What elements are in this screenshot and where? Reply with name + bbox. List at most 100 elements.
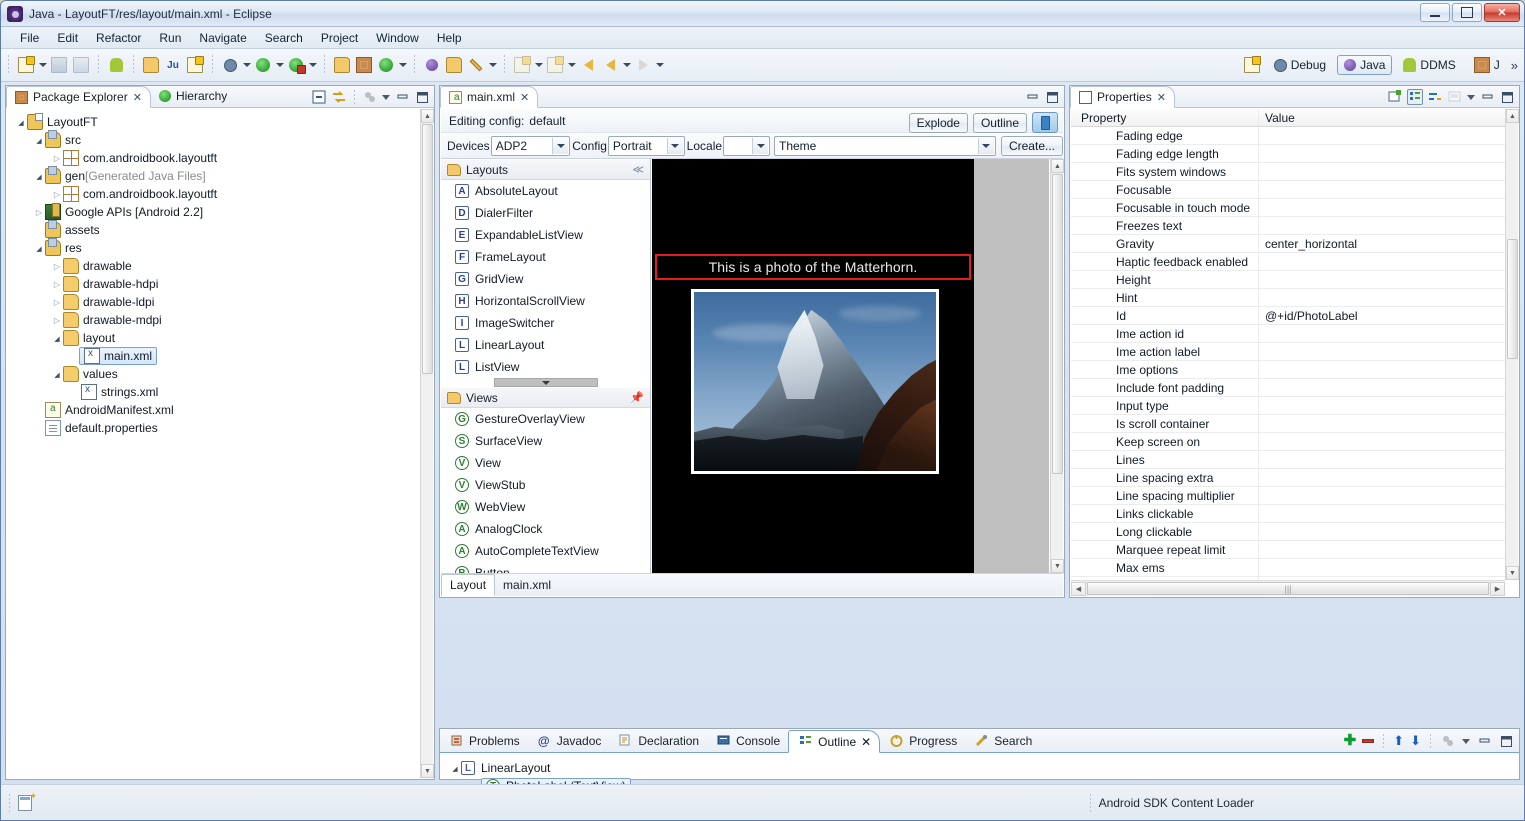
menu-window[interactable]: Window — [367, 29, 428, 47]
scroll-thumb[interactable] — [422, 124, 433, 374]
palette-item[interactable]: IImageSwitcher — [441, 312, 650, 334]
tree-item-content[interactable]: Google APIs [Android 2.2] — [45, 204, 203, 220]
properties-table[interactable]: PropertyValueFading edgeFading edge leng… — [1071, 109, 1505, 580]
perspective-java[interactable]: Java — [1337, 55, 1392, 75]
maximize-icon[interactable] — [414, 89, 430, 105]
tree-item[interactable]: values — [7, 365, 420, 383]
property-value[interactable] — [1259, 199, 1505, 216]
tree-item-content[interactable]: drawable — [63, 258, 132, 274]
palette-item[interactable]: SSurfaceView — [441, 430, 650, 452]
close-button[interactable]: ✕ — [1484, 3, 1520, 22]
tree-item[interactable]: AndroidManifest.xml — [7, 401, 420, 419]
properties-vscrollbar[interactable]: ▲ ▼ — [1505, 109, 1518, 580]
property-row[interactable]: Lines — [1071, 451, 1505, 469]
palette-item[interactable]: WWebView — [441, 496, 650, 518]
last-edit-location-icon[interactable] — [577, 54, 599, 76]
forward-dropdown[interactable] — [654, 54, 665, 76]
perspective-java-browsing[interactable]: J — [1467, 54, 1507, 76]
property-value[interactable] — [1259, 271, 1505, 288]
perspective-ddms[interactable]: DDMS — [1396, 55, 1462, 75]
property-value[interactable] — [1259, 559, 1505, 576]
perspective-overflow-icon[interactable]: » — [1511, 58, 1518, 73]
outline-button[interactable]: Outline — [973, 113, 1027, 133]
collapse-arrow-icon[interactable] — [51, 190, 63, 199]
collapse-all-icon[interactable] — [311, 89, 327, 105]
outline-tree[interactable]: LLinearLayoutTPhotoLabel (TextView)IPhot… — [441, 754, 1518, 778]
tree-item[interactable]: layout — [7, 329, 420, 347]
chevron-down-icon[interactable] — [978, 138, 994, 154]
next-annotation-dropdown[interactable] — [533, 54, 544, 76]
open-type-icon[interactable] — [421, 54, 443, 76]
expand-arrow-icon[interactable] — [449, 764, 461, 773]
view-menu-dots-icon[interactable] — [362, 89, 378, 105]
menu-project[interactable]: Project — [312, 29, 367, 47]
expand-arrow-icon[interactable] — [15, 118, 27, 127]
property-row[interactable]: Hint — [1071, 289, 1505, 307]
run-button[interactable] — [252, 54, 274, 76]
tab-progress[interactable]: Progress — [880, 729, 965, 752]
tree-item[interactable]: Google APIs [Android 2.2] — [7, 203, 420, 221]
scroll-right-icon[interactable]: ▶ — [1490, 582, 1505, 596]
property-value[interactable] — [1259, 415, 1505, 432]
chevron-down-icon[interactable] — [552, 138, 568, 154]
tree-item-content[interactable]: src — [45, 132, 81, 148]
palette-item[interactable]: AAbsoluteLayout — [441, 180, 650, 202]
new-java-project-icon[interactable] — [140, 54, 162, 76]
chevron-down-icon[interactable] — [667, 138, 683, 154]
new-property-icon[interactable] — [1387, 89, 1403, 105]
properties-hscrollbar[interactable]: ◀ ||| ▶ — [1071, 580, 1505, 596]
locale-combo[interactable] — [723, 136, 770, 156]
palette-item[interactable]: HHorizontalScrollView — [441, 290, 650, 312]
scroll-up-icon[interactable]: ▲ — [421, 109, 434, 123]
property-row[interactable]: Focusable in touch mode — [1071, 199, 1505, 217]
collapse-arrow-icon[interactable] — [33, 208, 45, 217]
tree-item-content[interactable]: layout — [63, 330, 115, 346]
tree-item-content[interactable]: com.androidbook.layoutft — [63, 150, 217, 166]
tab-main-xml-source[interactable]: main.xml — [495, 574, 559, 596]
photolabel-textview-selected[interactable]: This is a photo of the Matterhorn. — [655, 254, 971, 280]
show-categories-icon[interactable] — [1407, 89, 1423, 105]
devices-combo[interactable]: ADP2 — [491, 136, 571, 156]
property-value[interactable] — [1259, 253, 1505, 270]
property-row[interactable]: Keep screen on — [1071, 433, 1505, 451]
config-combo[interactable]: Portrait — [608, 136, 685, 156]
property-row[interactable]: Fading edge — [1071, 127, 1505, 145]
property-value[interactable] — [1259, 181, 1505, 198]
tree-item[interactable]: gen [Generated Java Files] — [7, 167, 420, 185]
expand-arrow-icon[interactable] — [51, 370, 63, 379]
tree-item-content[interactable]: drawable-ldpi — [63, 294, 154, 310]
column-header-value[interactable]: Value — [1259, 109, 1505, 126]
menu-help[interactable]: Help — [428, 29, 471, 47]
forward-icon[interactable] — [632, 54, 654, 76]
property-row[interactable]: Long clickable — [1071, 523, 1505, 541]
property-row[interactable]: Ime options — [1071, 361, 1505, 379]
menu-refactor[interactable]: Refactor — [87, 29, 150, 47]
tab-hierarchy[interactable]: Hierarchy — [151, 85, 235, 107]
tree-item[interactable]: default.properties — [7, 419, 420, 437]
close-icon[interactable]: ✕ — [133, 91, 142, 104]
perspective-debug[interactable]: Debug — [1267, 55, 1333, 75]
property-row[interactable]: Is scroll container — [1071, 415, 1505, 433]
open-resource-icon[interactable] — [443, 54, 465, 76]
scroll-down-icon[interactable]: ▼ — [421, 764, 434, 778]
tree-item[interactable]: drawable-mdpi — [7, 311, 420, 329]
tab-main-xml[interactable]: main.xml ✕ — [440, 86, 538, 108]
tree-item[interactable]: drawable-ldpi — [7, 293, 420, 311]
back-dropdown[interactable] — [621, 54, 632, 76]
property-value[interactable] — [1259, 469, 1505, 486]
search-dropdown[interactable] — [487, 54, 498, 76]
outline-item-content[interactable]: LLinearLayout — [461, 761, 550, 775]
collapse-arrow-icon[interactable] — [51, 154, 63, 163]
view-menu-icon[interactable] — [1467, 95, 1475, 100]
column-header-property[interactable]: Property — [1071, 109, 1259, 126]
property-row[interactable]: Ime action id — [1071, 325, 1505, 343]
property-value[interactable] — [1259, 379, 1505, 396]
previous-annotation-dropdown[interactable] — [566, 54, 577, 76]
scroll-thumb[interactable] — [1052, 174, 1063, 474]
palette-item[interactable]: LListView — [441, 356, 650, 378]
chevron-down-icon[interactable] — [752, 138, 768, 154]
open-perspective-icon[interactable] — [1241, 54, 1263, 76]
tab-package-explorer[interactable]: Package Explorer ✕ — [6, 86, 151, 108]
device-preview[interactable]: This is a photo of the Matterhorn. — [652, 159, 974, 573]
palette-item[interactable]: VViewStub — [441, 474, 650, 496]
